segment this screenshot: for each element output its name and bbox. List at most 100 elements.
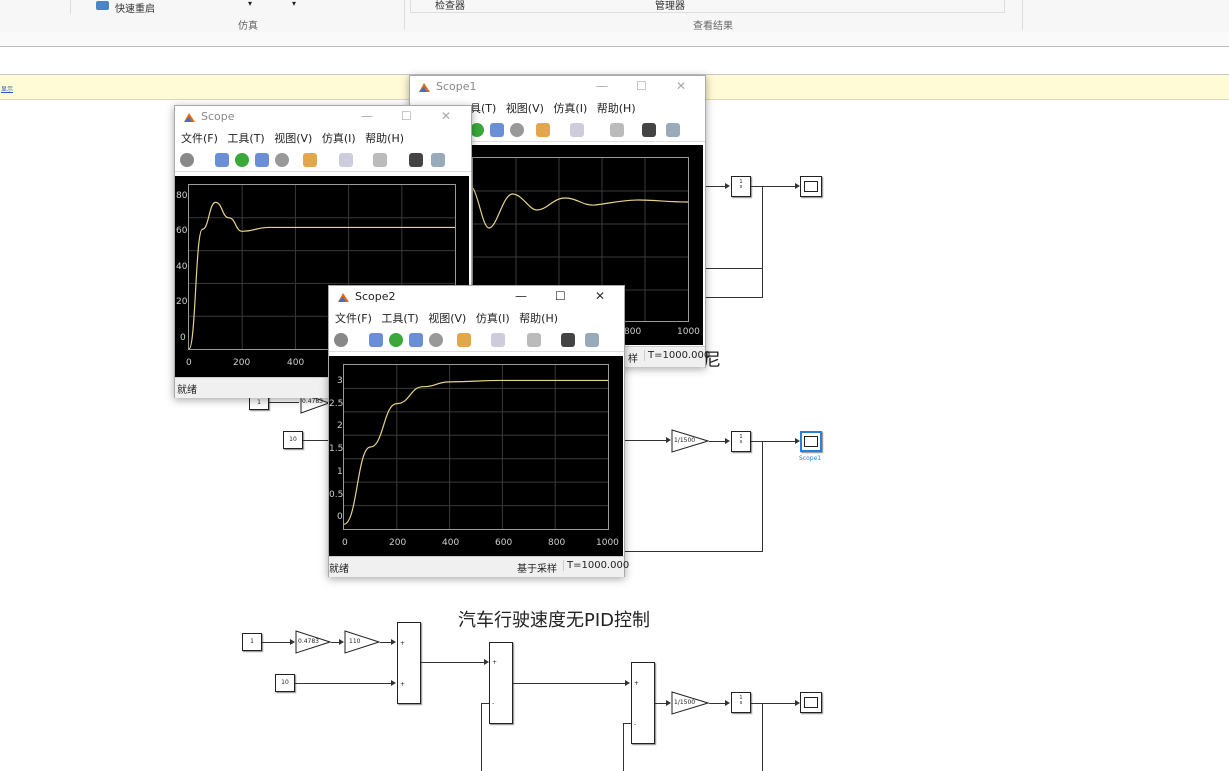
menu-item[interactable]: 帮助(H) bbox=[365, 132, 404, 145]
menu-item[interactable]: 仿真(I) bbox=[322, 132, 356, 145]
minimize-button[interactable]: — bbox=[515, 289, 527, 303]
chevron-down-icon[interactable]: ▾ bbox=[248, 0, 252, 8]
signal-arrow bbox=[725, 438, 730, 444]
info-banner-link[interactable]: 显示 bbox=[1, 84, 13, 93]
menu-item[interactable]: 视图(V) bbox=[274, 132, 312, 145]
constant-block[interactable]: 10 bbox=[275, 674, 295, 692]
scope2-titlebar[interactable]: Scope2 — ☐ ✕ bbox=[329, 286, 624, 308]
autoscale-icon[interactable] bbox=[373, 153, 387, 167]
stop-icon[interactable] bbox=[429, 333, 443, 347]
menu-item[interactable]: 工具(T) bbox=[227, 132, 264, 145]
y-tick-label: 1.5 bbox=[329, 444, 344, 454]
step-forward-icon[interactable] bbox=[409, 333, 423, 347]
gain-block[interactable]: 1/1500 bbox=[671, 691, 710, 715]
step-forward-icon[interactable] bbox=[490, 123, 504, 137]
scope-block[interactable] bbox=[800, 692, 822, 713]
feedback-line bbox=[623, 723, 624, 771]
run-icon[interactable] bbox=[389, 333, 403, 347]
run-icon[interactable] bbox=[235, 153, 249, 167]
menu-item[interactable]: 具(T) bbox=[470, 102, 496, 115]
gain-block[interactable]: 0.4783 bbox=[295, 630, 332, 654]
menu-item[interactable]: 帮助(H) bbox=[597, 102, 636, 115]
highlight-icon[interactable] bbox=[457, 333, 471, 347]
highlight-icon[interactable] bbox=[303, 153, 317, 167]
minimize-button[interactable]: — bbox=[596, 79, 608, 93]
signal-line bbox=[295, 683, 392, 684]
signal-line bbox=[709, 441, 726, 442]
integrator-block[interactable]: 1s bbox=[731, 431, 751, 452]
x-tick-label: 0 bbox=[186, 358, 192, 368]
menu-item[interactable]: 帮助(H) bbox=[519, 312, 558, 325]
menu-item[interactable]: 工具(T) bbox=[381, 312, 418, 325]
gain-block[interactable]: 110 bbox=[344, 630, 381, 654]
zoom-icon[interactable] bbox=[570, 123, 584, 137]
integrator-block[interactable]: 1s bbox=[731, 692, 751, 713]
cursor-icon[interactable] bbox=[409, 153, 423, 167]
close-button[interactable]: ✕ bbox=[441, 109, 451, 123]
x-tick-label: 1000 bbox=[677, 327, 700, 337]
constant-block[interactable]: 10 bbox=[283, 431, 303, 449]
style-icon[interactable] bbox=[431, 153, 445, 167]
step-back-icon[interactable] bbox=[215, 153, 229, 167]
zoom-icon[interactable] bbox=[491, 333, 505, 347]
status-mode: 样 bbox=[628, 354, 638, 365]
settings-icon[interactable] bbox=[180, 153, 194, 167]
maximize-button[interactable]: ☐ bbox=[401, 109, 412, 123]
signal-line bbox=[513, 683, 626, 684]
scope2-statusbar: 就绪 基于采样 T=1000.000 bbox=[329, 556, 629, 577]
stop-icon[interactable] bbox=[275, 153, 289, 167]
maximize-button[interactable]: ☐ bbox=[636, 79, 647, 93]
signal-line bbox=[751, 186, 797, 187]
signal-arrow bbox=[725, 700, 730, 706]
maximize-button[interactable]: ☐ bbox=[555, 289, 566, 303]
step-forward-icon[interactable] bbox=[255, 153, 269, 167]
menu-item[interactable]: 仿真(I) bbox=[476, 312, 510, 325]
sum-block[interactable]: + - bbox=[631, 662, 655, 744]
sum-block[interactable]: + - bbox=[489, 642, 513, 724]
menu-item[interactable]: 文件(F) bbox=[181, 132, 218, 145]
minimize-button[interactable]: — bbox=[361, 109, 373, 123]
close-button[interactable]: ✕ bbox=[676, 79, 686, 93]
integrator-block[interactable]: 1s bbox=[731, 176, 751, 197]
scope2-window[interactable]: Scope2 — ☐ ✕ 文件(F) 工具(T) 视图(V) 仿真(I) 帮助(… bbox=[328, 285, 629, 577]
close-button[interactable]: ✕ bbox=[595, 289, 605, 303]
signal-arrow bbox=[625, 680, 630, 686]
menu-item[interactable]: 视图(V) bbox=[428, 312, 466, 325]
settings-icon[interactable] bbox=[334, 333, 348, 347]
highlight-icon[interactable] bbox=[536, 123, 550, 137]
chevron-down-icon[interactable]: ▾ bbox=[292, 0, 296, 8]
y-tick-label: 0.5 bbox=[329, 490, 344, 500]
run-icon[interactable] bbox=[470, 123, 484, 137]
cursor-icon[interactable] bbox=[642, 123, 656, 137]
gain-block[interactable]: 1/1500 bbox=[671, 429, 710, 453]
sum-block[interactable]: + + bbox=[397, 622, 421, 704]
signal-line bbox=[269, 402, 299, 403]
zoom-icon[interactable] bbox=[339, 153, 353, 167]
matlab-logo-icon bbox=[183, 111, 196, 124]
autoscale-icon[interactable] bbox=[610, 123, 624, 137]
signal-line bbox=[421, 662, 485, 663]
quick-restart-button[interactable]: 快速重启 bbox=[115, 0, 155, 15]
stop-icon[interactable] bbox=[510, 123, 524, 137]
autoscale-icon[interactable] bbox=[527, 333, 541, 347]
cursor-icon[interactable] bbox=[561, 333, 575, 347]
menu-item[interactable]: 视图(V) bbox=[506, 102, 544, 115]
scope-block[interactable] bbox=[800, 176, 822, 197]
step-back-icon[interactable] bbox=[369, 333, 383, 347]
menu-item[interactable]: 文件(F) bbox=[335, 312, 372, 325]
menu-item[interactable]: 仿真(I) bbox=[553, 102, 587, 115]
y-tick-label: 0 bbox=[180, 333, 186, 343]
status-time: T=1000.000 bbox=[563, 560, 629, 571]
signal-line bbox=[751, 703, 797, 704]
style-icon[interactable] bbox=[585, 333, 599, 347]
signal-arrow bbox=[391, 639, 396, 645]
scope-titlebar[interactable]: Scope — ☐ ✕ bbox=[175, 106, 471, 128]
scope1-titlebar[interactable]: Scope1 — ☐ ✕ bbox=[410, 76, 705, 98]
x-tick-label: 800 bbox=[624, 327, 642, 337]
style-icon[interactable] bbox=[666, 123, 680, 137]
scope1-block-label: Scope1 bbox=[799, 455, 822, 462]
scope-block[interactable] bbox=[800, 431, 822, 452]
constant-block[interactable]: 1 bbox=[242, 633, 262, 651]
x-tick-label: 200 bbox=[389, 538, 407, 548]
signal-line bbox=[303, 440, 329, 441]
